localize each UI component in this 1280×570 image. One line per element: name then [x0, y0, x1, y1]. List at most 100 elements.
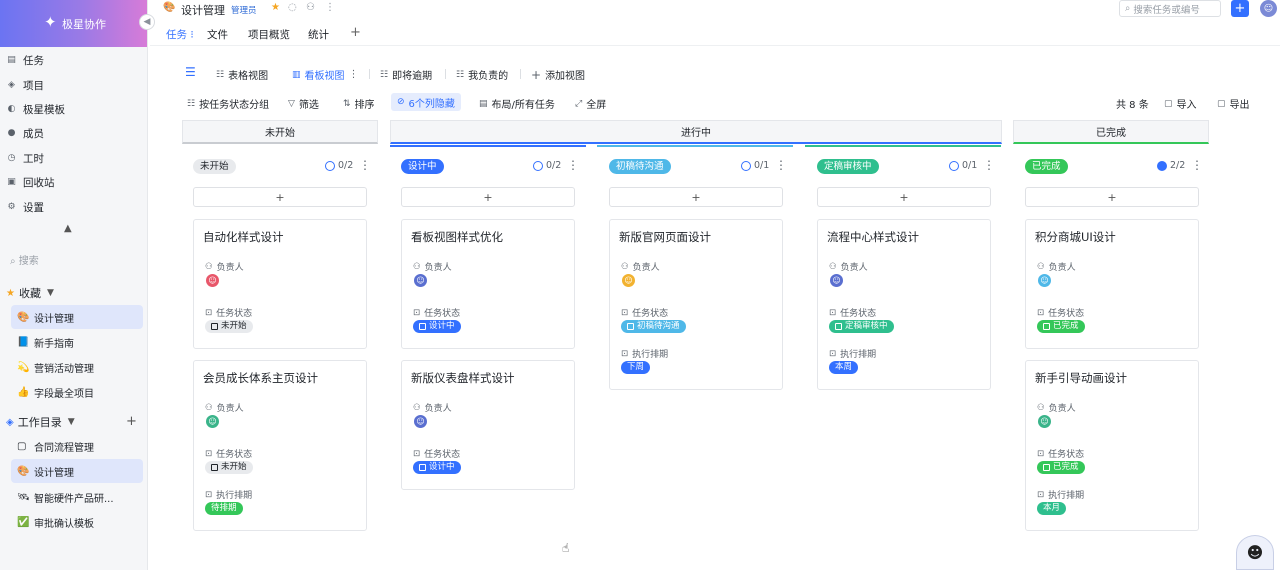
filter-button[interactable]: ▽ 筛选	[288, 96, 319, 112]
group-by-button[interactable]: ☷ 按任务状态分组	[187, 96, 269, 112]
more-icon[interactable]: ⋮	[567, 158, 579, 172]
avatar[interactable]: ☺	[413, 414, 428, 429]
workspace-item-hardware[interactable]: 🛰 智能硬件产品研...	[11, 485, 143, 509]
import-button[interactable]: ▢ 导入	[1164, 96, 1197, 112]
task-card[interactable]: 新手引导动画设计 ⚇ 负责人 ☺ ⊡ 任务状态 已完成 ⊡ 执行排期 本月	[1025, 360, 1199, 531]
more-icon[interactable]: ⋮	[349, 69, 359, 80]
nav-item-settings[interactable]: ⚙ 设置	[0, 196, 148, 218]
add-card-button[interactable]: +	[1025, 187, 1199, 207]
avatar[interactable]: ☺	[1037, 273, 1052, 288]
sort-button[interactable]: ⇅ 排序	[343, 96, 375, 112]
avatar[interactable]: ☺	[413, 273, 428, 288]
task-card[interactable]: 会员成长体系主页设计 ⚇ 负责人 ☺ ⊡ 任务状态 未开始 ⊡ 执行排期 待排期	[193, 360, 367, 531]
table-icon: ☷	[216, 69, 225, 80]
hidden-columns-button[interactable]: ⊘ 6个列隐藏	[391, 93, 461, 111]
nav-item-projects[interactable]: ◈ 项目	[0, 74, 148, 96]
workspace-item-design[interactable]: 🎨 设计管理	[11, 459, 143, 483]
schedule-tag[interactable]: 待排期	[205, 502, 243, 515]
task-card[interactable]: 流程中心样式设计 ⚇ 负责人 ☺ ⊡ 任务状态 定稿审核中 ⊡ 执行排期 本周	[817, 219, 991, 390]
view-kanban[interactable]: ▥ 看板视图 ⋮	[292, 67, 359, 82]
star-icon[interactable]: ★	[271, 2, 280, 13]
tab-files[interactable]: 文件	[207, 27, 228, 42]
field-label: ⊡ 执行排期	[205, 488, 252, 502]
status-tag[interactable]: 初稿待沟通	[621, 320, 686, 333]
task-card[interactable]: 看板视图样式优化 ⚇ 负责人 ☺ ⊡ 任务状态 设计中	[401, 219, 575, 349]
plus-icon: +	[531, 67, 542, 82]
add-card-button[interactable]: +	[817, 187, 991, 207]
more-icon[interactable]: ⋮	[359, 158, 371, 172]
collapse-sidebar-button[interactable]: ◀	[139, 14, 155, 30]
avatar[interactable]: ☺	[205, 273, 220, 288]
status-tag[interactable]: 已完成	[1037, 461, 1085, 474]
status-tag[interactable]: 未开始	[205, 320, 253, 333]
view-table[interactable]: ☷ 表格视图	[216, 67, 268, 83]
favorite-item-marketing[interactable]: 💫 营销活动管理	[11, 355, 143, 379]
nav-item-trash[interactable]: ▣ 回收站	[0, 171, 148, 193]
avatar[interactable]: ☺	[1037, 414, 1052, 429]
create-button[interactable]: +	[1231, 0, 1249, 17]
brand-logo[interactable]: ✦ 极星协作	[0, 0, 147, 47]
task-card[interactable]: 新版官网页面设计 ⚇ 负责人 ☺ ⊡ 任务状态 初稿待沟通 ⊡ 执行排期 下周	[609, 219, 783, 390]
assistant-mascot-icon[interactable]: ☻	[1236, 535, 1274, 570]
status-tag[interactable]: 未开始	[205, 461, 253, 474]
project-title: 设计管理	[181, 4, 225, 17]
fullscreen-button[interactable]: ⤢ 全屏	[575, 96, 606, 112]
nav-item-tasks[interactable]: ▤ 任务	[0, 49, 148, 71]
status-tag[interactable]: 已完成	[1037, 320, 1085, 333]
nav-item-label: 任务	[23, 54, 44, 67]
favorite-item-design[interactable]: 🎨 设计管理	[11, 305, 143, 329]
sidebar-search[interactable]: ⌕ 搜索	[10, 252, 39, 267]
view-due-soon[interactable]: ☷ 即将逾期	[380, 67, 432, 83]
workspace-item-approval[interactable]: ✅ 审批确认模板	[11, 510, 143, 534]
schedule-tag[interactable]: 下周	[621, 361, 651, 374]
tab-tasks[interactable]: 任务 ⁝	[166, 27, 194, 42]
field-label-text: 负责人	[424, 404, 452, 414]
palette-icon: 🎨	[17, 311, 30, 323]
more-icon[interactable]: ⋮	[325, 2, 335, 13]
search-input[interactable]: ⌕ 搜索任务或编号	[1119, 0, 1221, 17]
schedule-tag[interactable]: 本周	[829, 361, 859, 374]
field-label: ⊡ 执行排期	[829, 347, 876, 361]
nav-item-templates[interactable]: ◐ 极星模板	[0, 98, 148, 120]
tab-overview[interactable]: 项目概览	[248, 27, 290, 42]
avatar[interactable]: ☺	[205, 414, 220, 429]
view-mine[interactable]: ☷ 我负责的	[456, 67, 508, 83]
workspace-header[interactable]: ◈ 工作目录 ▼	[6, 414, 75, 430]
user-icon[interactable]: ⚇	[306, 2, 315, 13]
status-tag[interactable]: 设计中	[413, 461, 461, 474]
more-icon[interactable]: ⋮	[775, 158, 787, 172]
task-card[interactable]: 新版仪表盘样式设计 ⚇ 负责人 ☺ ⊡ 任务状态 设计中	[401, 360, 575, 490]
add-card-button[interactable]: +	[401, 187, 575, 207]
chat-icon[interactable]: ◌	[288, 2, 297, 13]
add-workspace-icon[interactable]: +	[126, 414, 137, 429]
export-button[interactable]: ▢ 导出	[1217, 96, 1250, 112]
add-tab-icon[interactable]: +	[350, 25, 361, 40]
status-tag[interactable]: 设计中	[413, 320, 461, 333]
schedule-tag[interactable]: 本月	[1037, 502, 1067, 515]
favorites-label: 收藏	[18, 287, 41, 300]
task-card[interactable]: 积分商城UI设计 ⚇ 负责人 ☺ ⊡ 任务状态 已完成	[1025, 219, 1199, 349]
favorites-header[interactable]: ★ 收藏 ▼	[6, 285, 54, 301]
avatar[interactable]: ☺	[829, 273, 844, 288]
add-view-button[interactable]: + 添加视图	[531, 67, 585, 83]
avatar[interactable]: ☺	[1260, 0, 1277, 17]
chevron-up-icon[interactable]: ▲	[64, 223, 72, 234]
avatar[interactable]: ☺	[621, 273, 636, 288]
tab-stats[interactable]: 统计	[308, 27, 329, 42]
field-label: ⚇ 负责人	[829, 260, 868, 274]
status-tag[interactable]: 定稿审核中	[829, 320, 894, 333]
progress-ring	[533, 160, 543, 171]
add-card-button[interactable]: +	[193, 187, 367, 207]
task-card[interactable]: 自动化样式设计 ⚇ 负责人 ☺ ⊡ 任务状态 未开始	[193, 219, 367, 349]
layout-button[interactable]: ▤ 布局/所有任务	[479, 96, 555, 112]
nav-item-members[interactable]: ● 成员	[0, 122, 148, 144]
workspace-item-contract[interactable]: ▢ 合同流程管理	[11, 434, 143, 458]
nav-item-worktime[interactable]: ◷ 工时	[0, 147, 148, 169]
more-icon[interactable]: ⋮	[1191, 158, 1203, 172]
more-icon[interactable]: ⋮	[983, 158, 995, 172]
favorite-item-guide[interactable]: 📘 新手指南	[11, 330, 143, 354]
menu-icon[interactable]: ☰	[185, 65, 196, 79]
status-badge: 初稿待沟通	[609, 159, 671, 174]
add-card-button[interactable]: +	[609, 187, 783, 207]
favorite-item-fields[interactable]: 👍 字段最全项目	[11, 380, 143, 404]
